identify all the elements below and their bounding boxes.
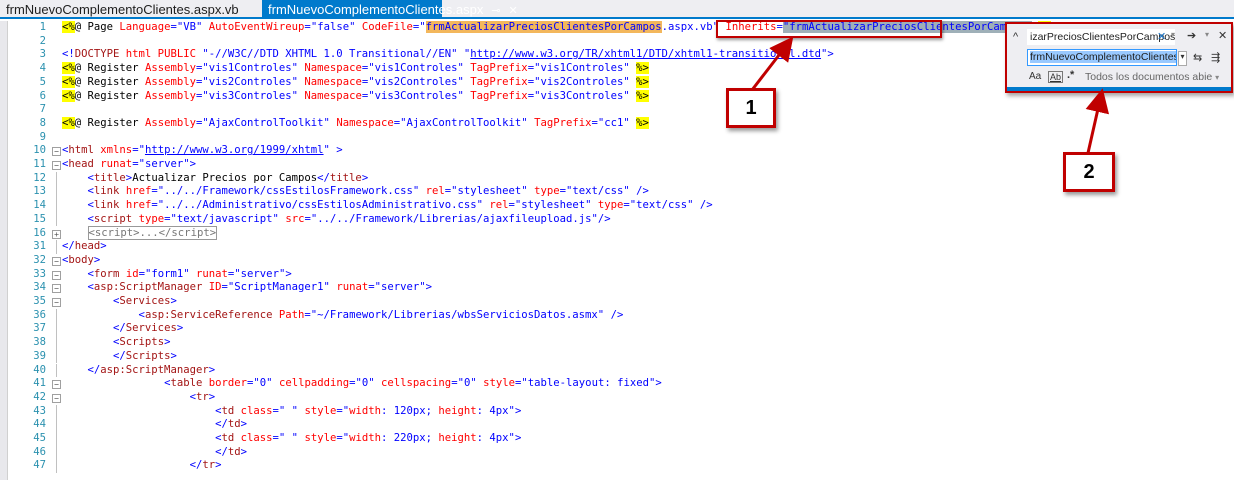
annotation-label-1: 1 [726, 88, 776, 128]
annotation-label-2: 2 [1063, 152, 1115, 192]
annotation-arrow-2 [1085, 88, 1110, 154]
annotation-arrows [750, 36, 1110, 154]
annotation-arrow-1 [750, 36, 794, 91]
